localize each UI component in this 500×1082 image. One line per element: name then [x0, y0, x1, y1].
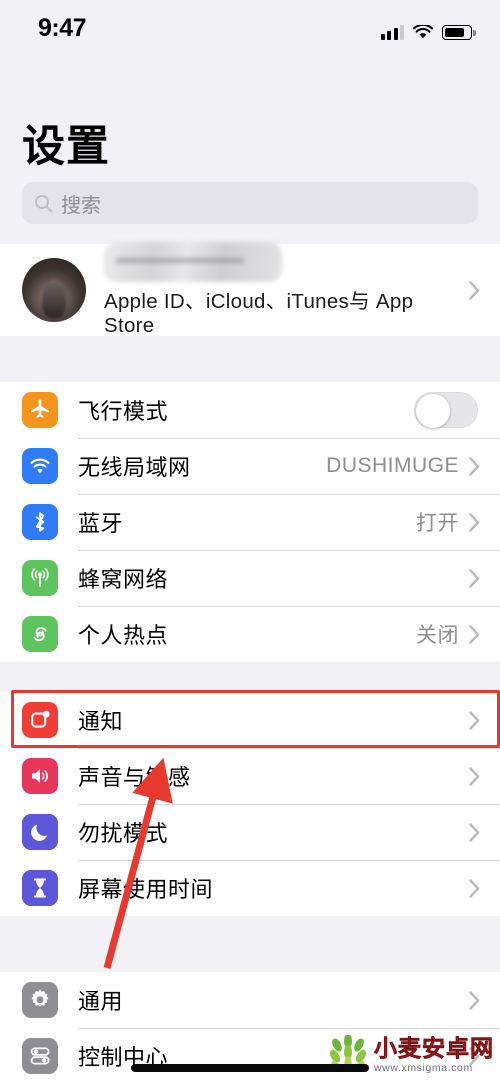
- settings-group-alerts: 通知声音与触感勿扰模式屏幕使用时间: [0, 692, 500, 916]
- sounds-icon: [22, 758, 58, 794]
- settings-row-hourglass[interactable]: 屏幕使用时间: [0, 860, 500, 916]
- chevron-right-icon: [469, 456, 480, 476]
- battery-icon: [442, 25, 476, 40]
- settings-row-hotspot[interactable]: 个人热点 关闭: [0, 606, 500, 662]
- control-center-icon: [22, 1038, 58, 1074]
- cellular-icon: [22, 560, 58, 596]
- wifi-icon: [413, 25, 433, 40]
- status-bar: 9:47: [0, 0, 500, 60]
- chevron-right-icon: [469, 766, 480, 786]
- apple-id-subtitle: Apple ID、iCloud、iTunes与 App Store: [104, 290, 414, 337]
- chevron-right-icon: [469, 512, 480, 532]
- chevron-right-icon: [469, 822, 480, 842]
- settings-row-label: 蜂窝网络: [78, 567, 169, 592]
- search-icon: [34, 194, 53, 213]
- apple-id-text: Apple ID、iCloud、iTunes与 App Store: [104, 242, 469, 338]
- moon-icon: [22, 814, 58, 850]
- settings-row-value: DUSHIMUGE: [326, 454, 459, 477]
- apple-id-row[interactable]: Apple ID、iCloud、iTunes与 App Store: [0, 242, 500, 338]
- chevron-right-icon: [469, 624, 480, 644]
- chevron-right-icon: [469, 990, 480, 1010]
- home-indicator[interactable]: [131, 1064, 369, 1072]
- settings-row-label: 通用: [78, 989, 124, 1014]
- toggle-switch[interactable]: [414, 392, 478, 428]
- settings-row-label: 屏幕使用时间: [78, 877, 214, 902]
- settings-row-label: 勿扰模式: [78, 821, 169, 846]
- gear-icon: [22, 982, 58, 1018]
- watermark-url: www.xmsigma.com: [374, 1062, 473, 1075]
- signal-bars-icon: [380, 25, 404, 40]
- settings-row-airplane[interactable]: 飞行模式: [0, 382, 500, 438]
- avatar: [22, 258, 86, 322]
- settings-row-label: 个人热点: [78, 623, 169, 648]
- settings-row-label: 蓝牙: [78, 511, 124, 536]
- page-title: 设置: [22, 123, 110, 171]
- settings-row-bluetooth[interactable]: 蓝牙 打开: [0, 494, 500, 550]
- settings-row-wifi[interactable]: 无线局域网 DUSHIMUGE: [0, 438, 500, 494]
- settings-row-cellular[interactable]: 蜂窝网络: [0, 550, 500, 606]
- airplane-icon: [22, 392, 58, 428]
- settings-row-label: 无线局域网: [78, 455, 191, 480]
- watermark-site-name: 小麦安卓网: [374, 1035, 494, 1062]
- settings-row-notifications[interactable]: 通知: [0, 692, 500, 748]
- settings-row-label: 声音与触感: [78, 765, 191, 790]
- settings-screen: 9:47 设置 搜索 Apple ID、iCloud、iTunes与 App S…: [0, 0, 500, 1082]
- settings-row-label: 飞行模式: [78, 399, 169, 424]
- settings-row-value: 打开: [416, 512, 459, 535]
- wifi-icon: [22, 448, 58, 484]
- settings-row-value: 关闭: [416, 624, 459, 647]
- chevron-right-icon: [469, 878, 480, 898]
- search-placeholder: 搜索: [61, 194, 101, 217]
- settings-row-label: 通知: [78, 709, 124, 734]
- chevron-right-icon: [469, 710, 480, 730]
- chevron-right-icon: [469, 568, 480, 588]
- settings-row-sounds[interactable]: 声音与触感: [0, 748, 500, 804]
- hotspot-icon: [22, 616, 58, 652]
- settings-row-gear[interactable]: 通用: [0, 972, 500, 1028]
- search-input[interactable]: 搜索: [22, 182, 478, 224]
- bluetooth-icon: [22, 504, 58, 540]
- settings-row-moon[interactable]: 勿扰模式: [0, 804, 500, 860]
- status-bar-clock: 9:47: [38, 14, 87, 42]
- account-name-redacted: [104, 242, 282, 282]
- settings-group-connectivity: 飞行模式无线局域网 DUSHIMUGE 蓝牙 打开蜂窝网络个人热点 关闭: [0, 382, 500, 662]
- watermark-text: 小麦安卓网 www.xmsigma.com: [374, 1035, 494, 1075]
- status-bar-icons: [380, 20, 476, 40]
- notifications-icon: [22, 702, 58, 738]
- hourglass-icon: [22, 870, 58, 906]
- chevron-right-icon: [469, 280, 480, 300]
